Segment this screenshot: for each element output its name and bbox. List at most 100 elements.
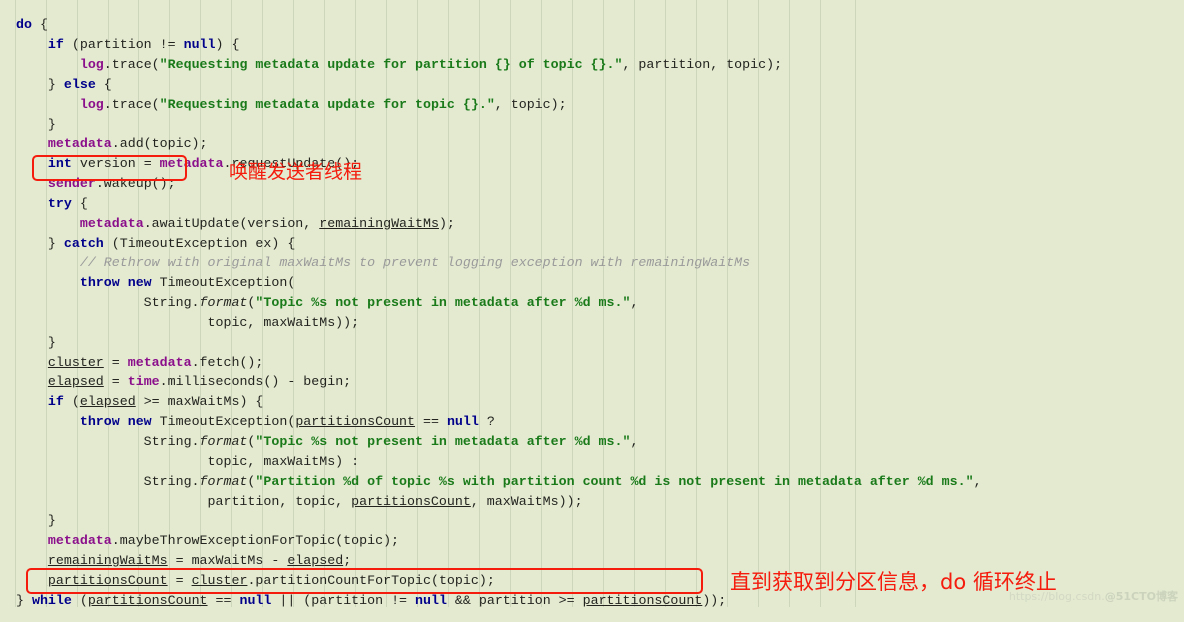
code-token-it: format (199, 295, 248, 311)
code-token-fld: time (127, 374, 160, 390)
code-line[interactable]: } (0, 115, 1184, 135)
code-token-pl: .maybeThrowExceptionForTopic(topic); (111, 533, 400, 549)
code-line[interactable]: if (elapsed >= maxWaitMs) { (0, 392, 1184, 412)
code-token-fld: log (79, 56, 104, 72)
code-line[interactable]: topic, maxWaitMs) : (0, 452, 1184, 472)
watermark-url: https://blog.csdn. (1008, 590, 1105, 603)
code-token-pl: } (16, 76, 64, 92)
code-token-pl: .fetch(); (191, 354, 264, 370)
code-line[interactable]: throw new TimeoutException(partitionsCou… (0, 412, 1184, 432)
code-token-loc: partitionsCount (87, 592, 208, 608)
watermark: https://blog.csdn.@51CTO博客 (1009, 588, 1178, 604)
code-line[interactable]: String.format("Topic %s not present in m… (0, 293, 1184, 313)
code-token-pl: .add(topic); (111, 136, 208, 152)
code-token-pl: (partition != (63, 37, 184, 53)
code-line[interactable]: int version = metadata.requestUpdate(); (0, 154, 1184, 174)
code-token-pl: = (167, 572, 192, 588)
code-line[interactable]: log.trace("Requesting metadata update fo… (0, 95, 1184, 115)
code-line[interactable]: try { (0, 194, 1184, 214)
code-line[interactable]: do { (0, 15, 1184, 35)
code-token-fld: metadata (127, 354, 192, 370)
code-line[interactable]: } (0, 511, 1184, 531)
code-token-pl: >= maxWaitMs) { (135, 394, 264, 410)
code-token-pl: && partition >= (446, 592, 583, 608)
code-token-kw: null (446, 414, 479, 430)
code-line[interactable]: metadata.awaitUpdate(version, remainingW… (0, 214, 1184, 234)
code-token-pl: ( (63, 394, 80, 410)
code-token-pl: )); (702, 592, 727, 608)
watermark-brand: @51CTO博客 (1104, 590, 1178, 603)
code-token-fld: metadata (79, 215, 144, 231)
code-line[interactable]: elapsed = time.milliseconds() - begin; (0, 372, 1184, 392)
code-token-kw: else (63, 76, 96, 92)
code-token-pl: , (630, 295, 639, 311)
code-line[interactable]: sender.wakeup(); (0, 174, 1184, 194)
code-line[interactable]: String.format("Partition %d of topic %s … (0, 472, 1184, 492)
code-line[interactable]: metadata.add(topic); (0, 134, 1184, 154)
code-line[interactable]: topic, maxWaitMs)); (0, 313, 1184, 333)
code-token-loc: elapsed (287, 553, 344, 569)
code-token-kw: throw new (79, 414, 152, 430)
code-token-pl: .awaitUpdate(version, (143, 215, 320, 231)
code-token-pl: == (415, 414, 447, 430)
code-editor-surface[interactable]: do { if (partition != null) { log.trace(… (0, 13, 1184, 622)
annotation-wakeup-label: 唤醒发送者线程 (229, 161, 363, 183)
code-token-str: "Topic %s not present in metadata after … (255, 434, 631, 450)
code-token-fld: sender (47, 176, 96, 192)
code-token-kw: int (47, 156, 72, 172)
code-token-loc: cluster (191, 572, 248, 588)
code-line[interactable]: metadata.maybeThrowExceptionForTopic(top… (0, 531, 1184, 551)
code-token-pl: { (95, 76, 112, 92)
code-token-pl: { (31, 17, 48, 33)
code-token-loc: cluster (47, 354, 104, 370)
code-line[interactable]: } else { (0, 75, 1184, 95)
code-token-pl: == (207, 592, 240, 608)
code-line[interactable]: throw new TimeoutException( (0, 273, 1184, 293)
code-token-it: format (199, 473, 248, 489)
code-token-cmt: // Rethrow with original maxWaitMs to pr… (79, 255, 751, 271)
code-token-loc: remainingWaitMs (319, 215, 439, 231)
code-token-pl: .milliseconds() - begin; (159, 374, 352, 390)
code-token-it: format (199, 434, 248, 450)
code-line[interactable]: // Rethrow with original maxWaitMs to pr… (0, 253, 1184, 273)
code-token-pl: TimeoutException( (151, 414, 296, 430)
code-line[interactable]: if (partition != null) { (0, 35, 1184, 55)
code-token-pl: ? (478, 414, 495, 430)
code-line[interactable]: } catch (TimeoutException ex) { (0, 234, 1184, 254)
code-token-pl: } (16, 116, 56, 132)
code-token-fld: log (79, 96, 104, 112)
code-token-pl: .trace( (103, 96, 160, 112)
code-token-pl: String. (16, 295, 200, 311)
code-token-pl: = maxWaitMs - (167, 553, 288, 569)
code-token-pl: ; (343, 553, 352, 569)
code-line[interactable]: } (0, 333, 1184, 353)
code-line[interactable]: String.format("Topic %s not present in m… (0, 432, 1184, 452)
code-token-kw: if (47, 394, 64, 410)
code-token-pl: version = (71, 156, 160, 172)
code-token-fld: metadata (47, 533, 112, 549)
code-token-loc: partitionsCount (47, 572, 168, 588)
code-line[interactable]: cluster = metadata.fetch(); (0, 353, 1184, 373)
code-token-pl: , partition, topic); (622, 56, 783, 72)
code-token-pl: || (partition != (271, 592, 416, 608)
code-token-kw: null (415, 592, 447, 608)
code-token-loc: partitionsCount (295, 414, 416, 430)
code-line[interactable]: log.trace("Requesting metadata update fo… (0, 55, 1184, 75)
code-token-fld: metadata (159, 156, 224, 172)
code-token-pl: .trace( (103, 56, 160, 72)
code-token-pl: ); (438, 215, 455, 231)
code-token-kw: throw new (79, 275, 152, 291)
code-token-kw: do (16, 17, 32, 33)
code-token-pl: String. (16, 473, 200, 489)
code-token-pl: .partitionCountForTopic(topic); (247, 572, 495, 588)
code-line[interactable]: partition, topic, partitionsCount, maxWa… (0, 492, 1184, 512)
